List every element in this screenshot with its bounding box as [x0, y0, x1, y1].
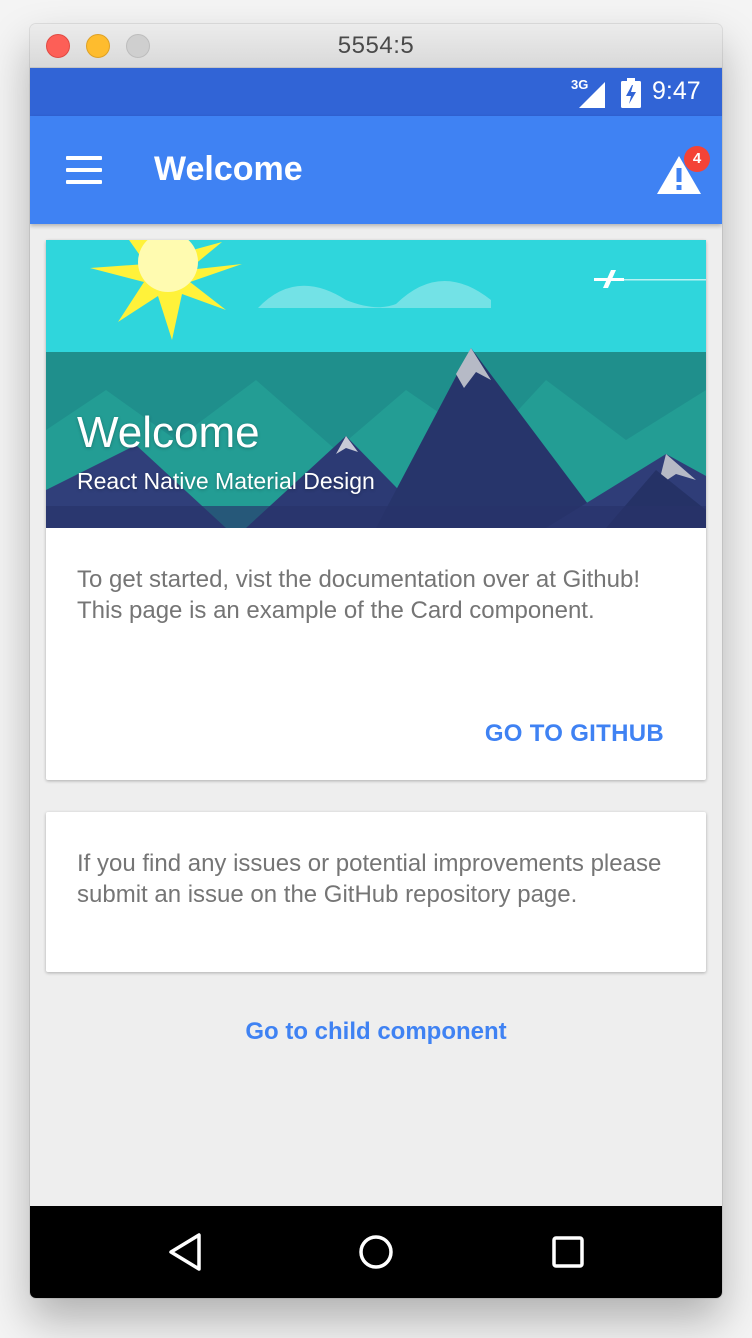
back-icon[interactable] — [163, 1229, 209, 1275]
card-body-text: If you find any issues or potential impr… — [77, 850, 662, 908]
menu-icon[interactable] — [60, 152, 108, 188]
welcome-card: Welcome React Native Material Design To … — [46, 240, 706, 780]
emulator-window: 5554:5 3G 9:47 Welcome 4 Welcome React N… — [30, 24, 722, 1298]
card-media-image: Welcome React Native Material Design — [46, 240, 706, 528]
status-time: 9:47 — [652, 77, 701, 105]
card-media-title: Welcome — [77, 408, 260, 457]
page-title: Welcome — [154, 150, 303, 188]
app-toolbar: Welcome 4 — [30, 116, 722, 224]
card-body-text: To get started, vist the documentation o… — [77, 566, 640, 624]
status-bar: 3G 9:47 — [30, 68, 722, 116]
signal-icon — [579, 82, 605, 108]
go-to-github-button[interactable]: GO TO GITHUB — [485, 720, 664, 748]
issues-card: If you find any issues or potential impr… — [46, 812, 706, 972]
notifications-button[interactable]: 4 — [652, 146, 710, 194]
go-to-child-component-link[interactable]: Go to child component — [30, 1018, 722, 1046]
recents-icon[interactable] — [545, 1229, 591, 1275]
window-title: 5554:5 — [337, 32, 415, 59]
card-media-subtitle: React Native Material Design — [77, 468, 375, 494]
android-navigation-bar — [30, 1206, 722, 1298]
home-icon[interactable] — [353, 1229, 399, 1275]
window-titlebar[interactable]: 5554:5 — [30, 24, 722, 68]
notification-badge: 4 — [684, 146, 710, 172]
battery-charging-icon — [621, 78, 641, 108]
